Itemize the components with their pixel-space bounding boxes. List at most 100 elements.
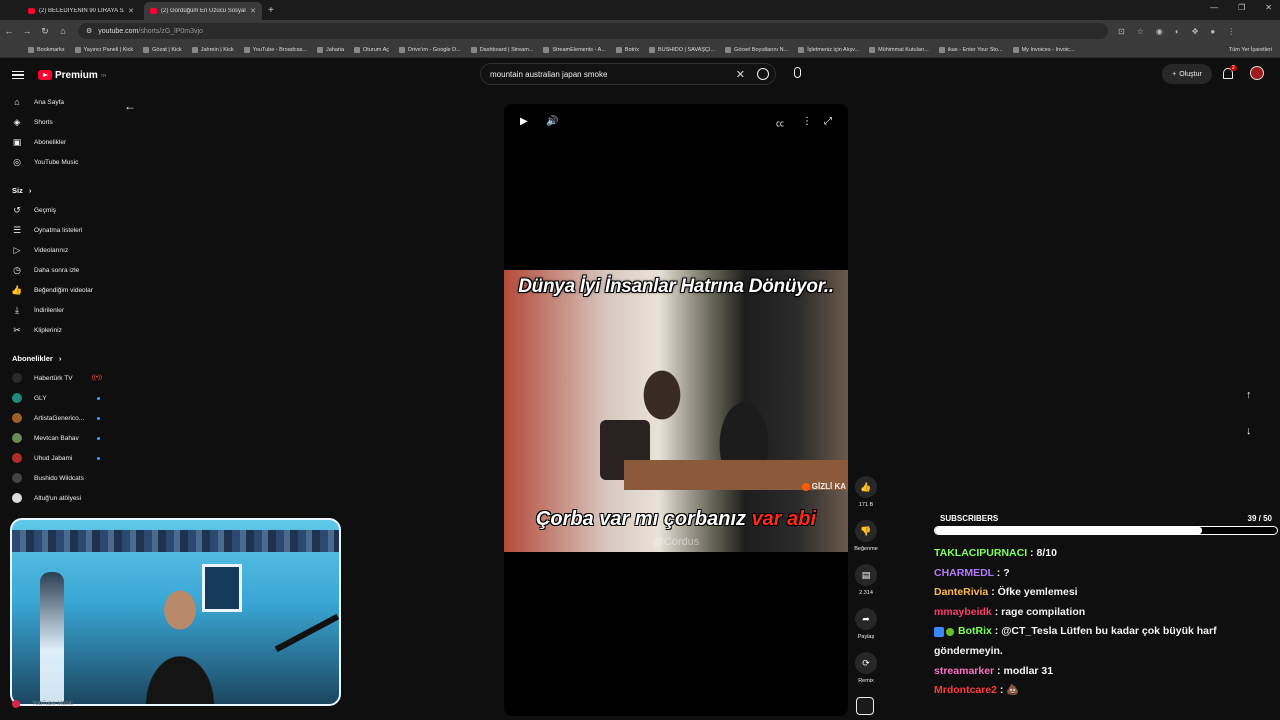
- home-button-icon[interactable]: ⌂: [54, 26, 72, 36]
- hamburger-menu-icon[interactable]: [12, 69, 24, 82]
- next-short-icon[interactable]: ↓: [1246, 425, 1252, 437]
- remix-icon: ⟳: [855, 652, 877, 674]
- bookmark-item[interactable]: Dashboard | Stream...: [470, 46, 533, 53]
- bookmark-item[interactable]: My Invoices - Invoic...: [1012, 46, 1074, 53]
- puzzle-icon[interactable]: ✥: [1192, 27, 1199, 36]
- sidebar-item[interactable]: 👍 Beğendiğim videolar: [0, 280, 112, 300]
- bookmark-item[interactable]: Oturum Aç: [354, 46, 389, 53]
- channel-thumb-avatar[interactable]: [856, 697, 874, 715]
- bookmark-item[interactable]: Yayıncı Paneli | Kick: [74, 46, 133, 53]
- bookmark-star-icon[interactable]: ☆: [1137, 27, 1144, 36]
- sidebar-section-subscriptions[interactable]: Abonelikler ›: [0, 348, 112, 368]
- sidebar-item[interactable]: ↺ Geçmiş: [0, 200, 112, 220]
- sidebar-item[interactable]: Uhud Jabami: [0, 448, 112, 468]
- create-button[interactable]: + Oluştur: [1162, 64, 1212, 84]
- sidebar-item[interactable]: GLY: [0, 388, 112, 408]
- bookmark-favicon-icon: [798, 46, 805, 53]
- captions-icon[interactable]: ㏄: [776, 118, 784, 129]
- close-window-icon[interactable]: ✕: [1265, 3, 1272, 12]
- channel-avatar: [12, 393, 22, 403]
- forward-icon[interactable]: →: [18, 26, 36, 36]
- sidebar-item[interactable]: ☰ Oynatma listeleri: [0, 220, 112, 240]
- play-icon[interactable]: ▶: [520, 116, 528, 127]
- sidebar-section-you[interactable]: Siz ›: [0, 180, 112, 200]
- browser-tab-2[interactable]: (2) Gördüğüm En Üzücü Sosyal... ✕: [144, 2, 262, 20]
- bookmark-item[interactable]: BUSHIDO | SAVAŞÇI...: [648, 46, 715, 53]
- bookmark-item[interactable]: Mühimmat Kutuları...: [869, 46, 929, 53]
- sidebar-item[interactable]: ⤓ İndirilenler: [0, 300, 112, 320]
- sidebar-item[interactable]: ◷ Daha sonra izle: [0, 260, 112, 280]
- sidebar-item[interactable]: ◈ Shorts: [0, 112, 112, 132]
- clear-search-icon[interactable]: ✕: [736, 68, 745, 81]
- bookmark-item[interactable]: Drive'ım - Google D...: [399, 46, 461, 53]
- comments-button[interactable]: ▤ 2.314: [850, 564, 882, 608]
- bookmark-item[interactable]: Botrix: [615, 46, 639, 53]
- search-input[interactable]: mountain australian japan smoke: [490, 70, 607, 79]
- youtube-logo[interactable]: Premium TR: [38, 70, 106, 81]
- sidebar-item[interactable]: ▣ Abonelikler: [0, 132, 112, 152]
- sidebar-bottom-item[interactable]: YouTube Music: [12, 700, 73, 708]
- chat-text: 8/10: [1036, 547, 1057, 559]
- chat-username[interactable]: TAKLACIPURNACI: [934, 547, 1027, 559]
- bookmark-item[interactable]: Jaharia: [316, 46, 344, 53]
- sidebar-item[interactable]: ArtistaGenerico...: [0, 408, 112, 428]
- tab-close-icon[interactable]: ✕: [250, 7, 256, 15]
- browser-tab-1[interactable]: (2) BELEDİYENİN 90 LİRAYA SAT... ✕: [22, 2, 140, 20]
- chat-message: BotRix : @CT_Tesla Lütfen bu kadar çok b…: [934, 622, 1234, 661]
- chat-username[interactable]: DanteRivia: [934, 586, 988, 598]
- chat-username[interactable]: Mrdontcare2: [934, 684, 997, 696]
- site-info-icon[interactable]: ⚙: [86, 27, 92, 35]
- minimize-icon[interactable]: —: [1210, 3, 1218, 12]
- bookmark-favicon-icon: [725, 46, 732, 53]
- sidebar-item[interactable]: Mevtcan Bahav: [0, 428, 112, 448]
- bookmark-item[interactable]: Jahrein | Kick: [191, 46, 234, 53]
- extension-icon[interactable]: ◉: [1156, 27, 1163, 36]
- sidebar-item[interactable]: Bushido Wildcats: [0, 468, 112, 488]
- subscriber-goal-count: 39 / 50: [1247, 514, 1272, 523]
- search-icon[interactable]: [757, 68, 769, 80]
- profile-icon[interactable]: ●: [1210, 27, 1215, 36]
- bookmark-item[interactable]: Bookmarks: [28, 46, 65, 53]
- bookmark-item[interactable]: İşletmeniz için Alışv...: [798, 46, 859, 53]
- account-avatar[interactable]: [1250, 66, 1264, 80]
- more-options-icon[interactable]: ⋮: [802, 116, 812, 127]
- bookmark-item[interactable]: StreamElements - A...: [543, 46, 606, 53]
- sidebar-item[interactable]: ✂ Klipleriniz: [0, 320, 112, 340]
- sidebar-item[interactable]: ⌂ Ana Sayfa: [0, 92, 112, 112]
- back-icon[interactable]: ←: [0, 26, 18, 36]
- window-controls: — ❐ ✕: [1210, 3, 1272, 12]
- sidebar-item[interactable]: ▷ Videolarınız: [0, 240, 112, 260]
- tab-close-icon[interactable]: ✕: [128, 7, 134, 15]
- volume-icon[interactable]: 🔊: [546, 116, 558, 127]
- chat-username[interactable]: BotRix: [958, 625, 992, 637]
- remix-button[interactable]: ⟳ Remix: [850, 652, 882, 696]
- extension-icon[interactable]: ◐: [1175, 27, 1180, 36]
- microphone-icon[interactable]: [794, 67, 801, 78]
- like-button[interactable]: 👍 171 B: [850, 476, 882, 520]
- browser-menu-icon[interactable]: ⋮: [1227, 27, 1235, 36]
- reload-icon[interactable]: ↻: [36, 26, 54, 37]
- chat-username[interactable]: CHARMEDL: [934, 567, 994, 579]
- fullscreen-icon[interactable]: ⤢: [824, 116, 832, 127]
- restore-icon[interactable]: ❐: [1238, 3, 1245, 12]
- all-bookmarks[interactable]: Tüm Yer İşaretleri: [1229, 47, 1272, 53]
- sidebar-item[interactable]: Altuğ'un atölyesi: [0, 488, 112, 508]
- install-icon[interactable]: ⊡: [1118, 27, 1125, 36]
- previous-short-icon[interactable]: ↑: [1246, 389, 1252, 401]
- back-arrow-icon[interactable]: ←: [124, 99, 136, 113]
- chat-username[interactable]: streamarker: [934, 665, 994, 677]
- sidebar-item[interactable]: Habertürk TV ((•)): [0, 368, 112, 388]
- sidebar-item[interactable]: ◎ YouTube Music: [0, 152, 112, 172]
- search-box[interactable]: mountain australian japan smoke ✕: [480, 63, 776, 85]
- chat-text: Öfke yemlemesi: [997, 586, 1078, 599]
- url-field[interactable]: ⚙ youtube.com/shorts/zG_lP0m3vjo: [78, 23, 1108, 39]
- new-tab-button[interactable]: +: [268, 2, 274, 20]
- dislike-button[interactable]: 👎 Beğenme: [850, 520, 882, 564]
- share-button[interactable]: ➦ Paylaş: [850, 608, 882, 652]
- shorts-player[interactable]: ▶ 🔊 ㏄ ⋮ ⤢ Dünya İyi İnsanlar Hatrına Dön…: [504, 104, 848, 716]
- bookmark-item[interactable]: Gözat | Kick: [143, 46, 182, 53]
- chat-username[interactable]: mmaybeidk: [934, 606, 992, 618]
- bookmark-item[interactable]: Görsel Boyutlarını N...: [725, 46, 788, 53]
- bookmark-item[interactable]: YouTube - Broadcas...: [243, 46, 307, 53]
- bookmark-item[interactable]: ikas - Enter Your Sto...: [938, 46, 1003, 53]
